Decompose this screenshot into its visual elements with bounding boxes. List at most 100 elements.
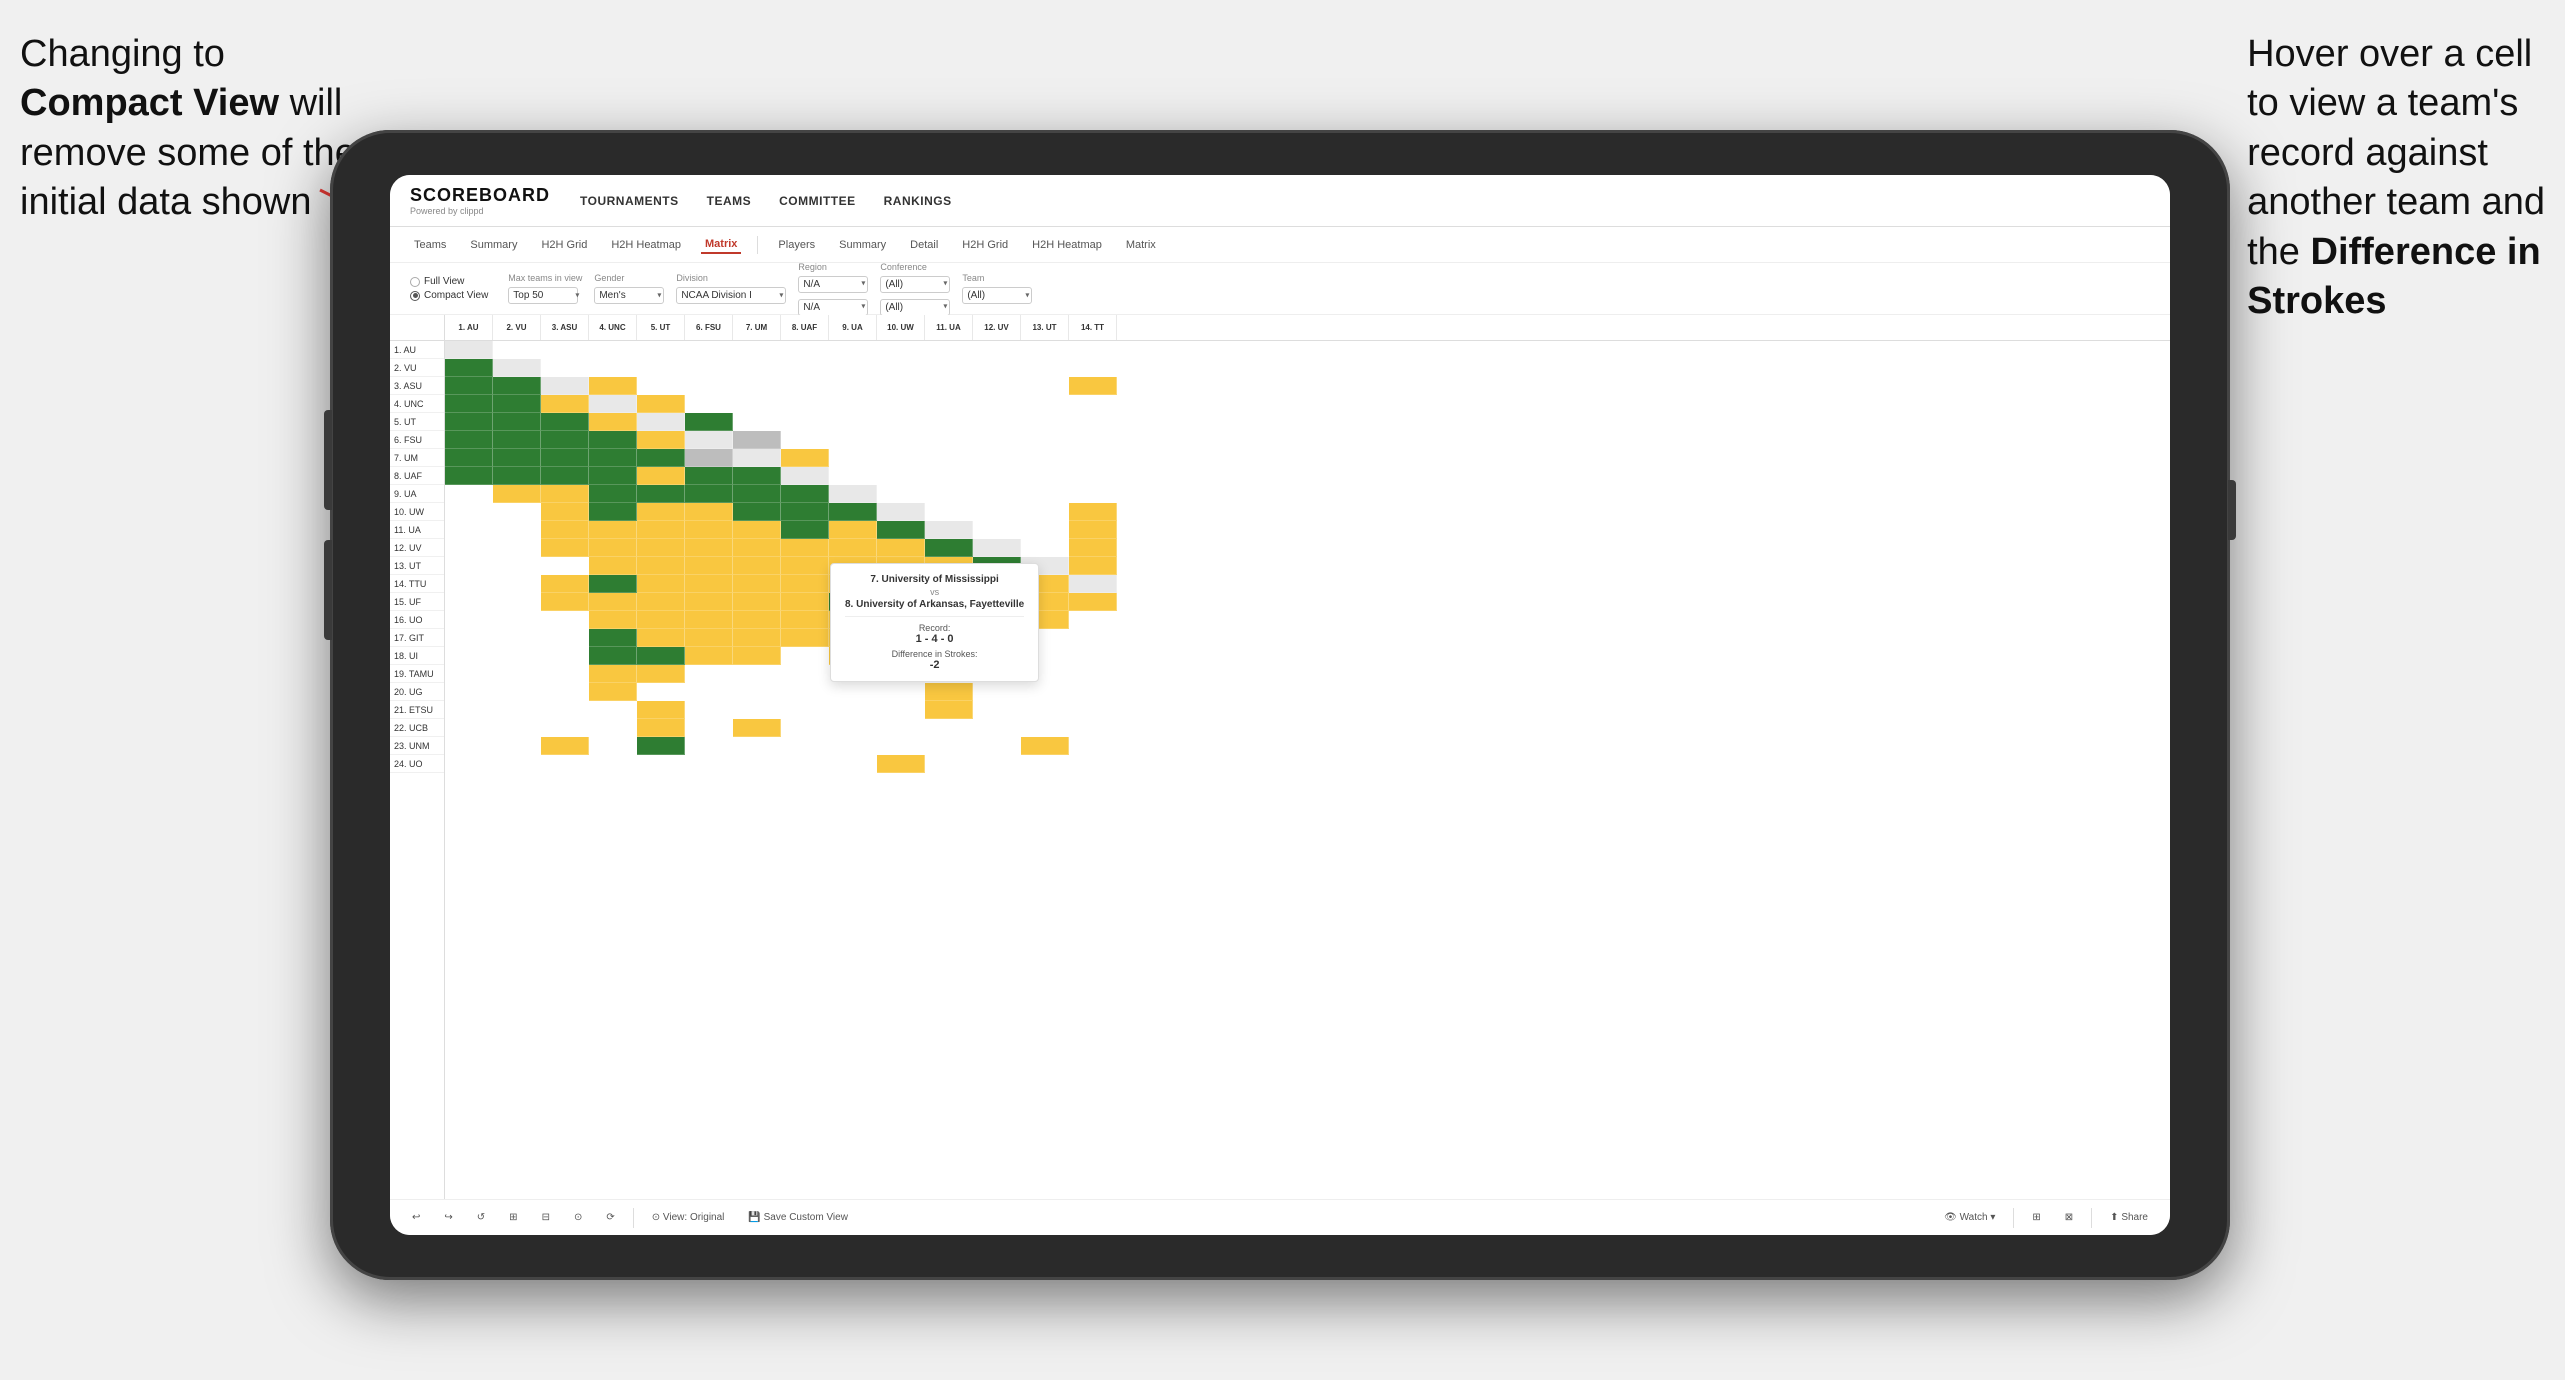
cell-10-11[interactable] [925,503,973,521]
cell-15-1[interactable] [445,593,493,611]
cell-5-12[interactable] [973,413,1021,431]
cell-24-2[interactable] [493,755,541,773]
tab-players-matrix[interactable]: Matrix [1122,237,1160,253]
cell-3-4[interactable] [589,377,637,395]
cell-16-6[interactable] [685,611,733,629]
cell-4-10[interactable] [877,395,925,413]
cell-2-7[interactable] [733,359,781,377]
cell-18-14[interactable] [1069,647,1117,665]
cell-24-13[interactable] [1021,755,1069,773]
cell-8-8[interactable] [781,467,829,485]
cell-1-13[interactable] [1021,341,1069,359]
cell-21-10[interactable] [877,701,925,719]
cell-19-1[interactable] [445,665,493,683]
cell-4-11[interactable] [925,395,973,413]
cell-18-8[interactable] [781,647,829,665]
cell-14-8[interactable] [781,575,829,593]
cell-5-2[interactable] [493,413,541,431]
nav-rankings[interactable]: RANKINGS [884,190,952,212]
cell-20-13[interactable] [1021,683,1069,701]
cell-4-5[interactable] [637,395,685,413]
cell-13-1[interactable] [445,557,493,575]
cell-10-1[interactable] [445,503,493,521]
cell-14-6[interactable] [685,575,733,593]
cell-1-2[interactable] [493,341,541,359]
redo-button[interactable]: ↪ [438,1209,458,1226]
cell-15-3[interactable] [541,593,589,611]
cell-14-7[interactable] [733,575,781,593]
cell-1-1[interactable] [445,341,493,359]
cell-6-5[interactable] [637,431,685,449]
cell-11-10[interactable] [877,521,925,539]
cell-10-5[interactable] [637,503,685,521]
cell-5-10[interactable] [877,413,925,431]
cell-22-14[interactable] [1069,719,1117,737]
cell-1-7[interactable] [733,341,781,359]
cell-24-9[interactable] [829,755,877,773]
cell-21-5[interactable] [637,701,685,719]
cell-22-9[interactable] [829,719,877,737]
cell-8-9[interactable] [829,467,877,485]
cell-23-13[interactable] [1021,737,1069,755]
cell-5-7[interactable] [733,413,781,431]
cell-11-7[interactable] [733,521,781,539]
cell-20-12[interactable] [973,683,1021,701]
cell-8-12[interactable] [973,467,1021,485]
cell-5-14[interactable] [1069,413,1117,431]
toolbar-icon-7[interactable]: ⊠ [2059,1209,2079,1226]
cell-1-4[interactable] [589,341,637,359]
cell-11-9[interactable] [829,521,877,539]
cell-9-6[interactable] [685,485,733,503]
cell-15-6[interactable] [685,593,733,611]
cell-18-7[interactable] [733,647,781,665]
cell-20-4[interactable] [589,683,637,701]
cell-8-3[interactable] [541,467,589,485]
cell-14-5[interactable] [637,575,685,593]
cell-2-5[interactable] [637,359,685,377]
cell-22-6[interactable] [685,719,733,737]
cell-24-7[interactable] [733,755,781,773]
cell-1-9[interactable] [829,341,877,359]
cell-22-10[interactable] [877,719,925,737]
cell-24-10[interactable] [877,755,925,773]
cell-17-5[interactable] [637,629,685,647]
team-select[interactable]: (All) [962,287,1032,304]
cell-21-6[interactable] [685,701,733,719]
cell-8-4[interactable] [589,467,637,485]
cell-17-7[interactable] [733,629,781,647]
cell-20-5[interactable] [637,683,685,701]
cell-13-2[interactable] [493,557,541,575]
cell-15-2[interactable] [493,593,541,611]
cell-13-14[interactable] [1069,557,1117,575]
cell-24-11[interactable] [925,755,973,773]
cell-13-6[interactable] [685,557,733,575]
cell-21-3[interactable] [541,701,589,719]
tab-players[interactable]: Players [774,237,819,253]
cell-12-10[interactable] [877,539,925,557]
cell-23-2[interactable] [493,737,541,755]
cell-21-13[interactable] [1021,701,1069,719]
cell-4-2[interactable] [493,395,541,413]
cell-9-10[interactable] [877,485,925,503]
cell-17-1[interactable] [445,629,493,647]
cell-19-4[interactable] [589,665,637,683]
tab-summary[interactable]: Summary [466,237,521,253]
cell-19-7[interactable] [733,665,781,683]
cell-7-8[interactable] [781,449,829,467]
cell-20-7[interactable] [733,683,781,701]
cell-4-7[interactable] [733,395,781,413]
cell-12-8[interactable] [781,539,829,557]
cell-4-12[interactable] [973,395,1021,413]
cell-20-14[interactable] [1069,683,1117,701]
cell-24-6[interactable] [685,755,733,773]
cell-15-8[interactable] [781,593,829,611]
watch-button[interactable]: 👁 Watch ▾ [1938,1209,2001,1226]
cell-2-14[interactable] [1069,359,1117,377]
cell-11-12[interactable] [973,521,1021,539]
cell-17-3[interactable] [541,629,589,647]
cell-6-2[interactable] [493,431,541,449]
cell-5-9[interactable] [829,413,877,431]
cell-24-12[interactable] [973,755,1021,773]
cell-22-5[interactable] [637,719,685,737]
cell-16-5[interactable] [637,611,685,629]
